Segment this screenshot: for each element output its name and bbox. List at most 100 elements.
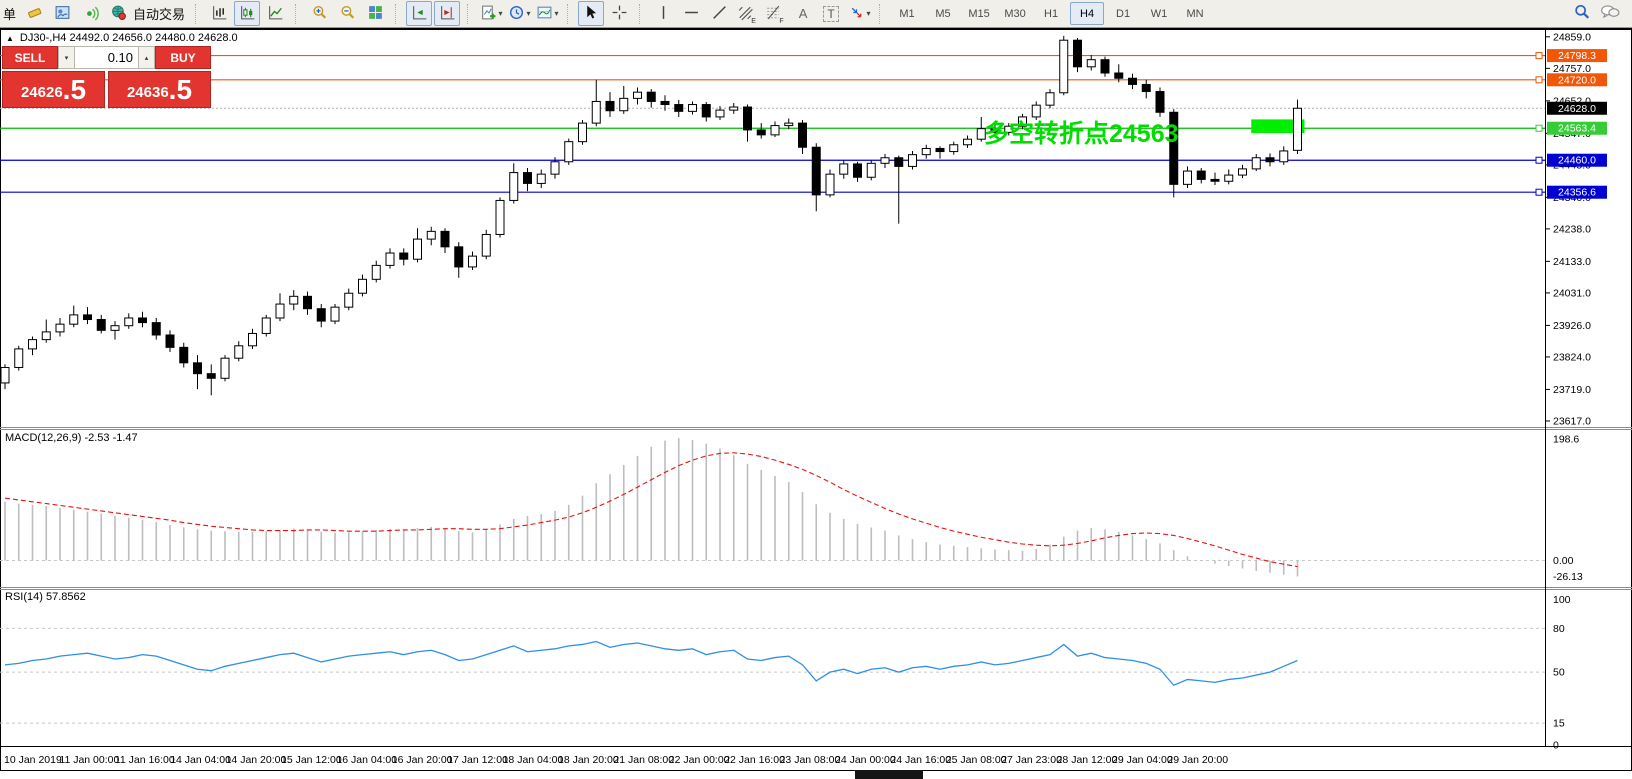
volume-decrease-button[interactable]: ▾ — [58, 46, 75, 69]
timeframe-M15[interactable]: M15 — [962, 2, 996, 25]
top-toolbar: 单 自动交易 ▾ ▾ ▾ — [0, 0, 1632, 28]
line-anchor-marker — [1536, 53, 1542, 59]
candle-92 — [1266, 158, 1274, 162]
candle-43 — [592, 101, 600, 123]
candlestick-icon — [239, 4, 256, 24]
candle-52 — [716, 110, 724, 117]
timeframe-MN[interactable]: MN — [1178, 2, 1212, 25]
time-axis-label: 22 Jan 16:00 — [724, 754, 785, 766]
eraser-icon — [26, 4, 43, 24]
rsi-tick-label: 80 — [1553, 623, 1565, 635]
time-axis-label: 11 Jan 16:00 — [115, 754, 175, 766]
dropdown-arrow-icon: ▾ — [555, 9, 559, 18]
periods-button[interactable]: ▾ — [506, 1, 532, 26]
zoom-in-button[interactable] — [306, 1, 332, 26]
candle-83 — [1142, 84, 1150, 91]
time-axis-label: 14 Jan 20:00 — [226, 754, 287, 766]
timeframe-D1[interactable]: D1 — [1106, 2, 1140, 25]
autotrading-label[interactable]: 自动交易 — [133, 4, 185, 23]
tile-windows-button[interactable] — [362, 1, 388, 26]
time-axis-label: 22 Jan 00:00 — [669, 754, 730, 766]
collapse-triangle-icon[interactable]: ▲ — [6, 34, 14, 43]
new-order-button[interactable]: 单 — [3, 4, 16, 23]
time-axis-label: 18 Jan 04:00 — [503, 754, 564, 766]
timeframe-H4[interactable]: H4 — [1070, 2, 1104, 25]
candle-44 — [606, 101, 614, 110]
volume-input[interactable]: 0.10 — [75, 46, 138, 69]
signal-button[interactable] — [77, 1, 103, 26]
candlestick-chart-button[interactable] — [234, 1, 260, 26]
chat-icon — [1600, 3, 1620, 24]
time-axis-label: 24 Jan 00:00 — [835, 754, 896, 766]
toolbar-separator — [195, 4, 201, 24]
autotrading-button[interactable] — [105, 1, 131, 26]
vertical-line-button[interactable] — [650, 1, 676, 26]
arrows-button[interactable]: ▾ — [846, 1, 872, 26]
candle-36 — [496, 200, 504, 234]
search-button[interactable] — [1569, 1, 1595, 26]
timeframe-H1[interactable]: H1 — [1034, 2, 1068, 25]
symbol-header[interactable]: ▲ DJ30-,H4 24492.0 24656.0 24480.0 24628… — [6, 32, 238, 44]
candle-13 — [180, 347, 188, 362]
volume-increase-button[interactable]: ▴ — [138, 46, 155, 69]
candle-51 — [702, 105, 710, 117]
time-axis-label: 18 Jan 20:00 — [558, 754, 619, 766]
text-label-button[interactable]: T — [818, 1, 844, 26]
horizontal-line-button[interactable] — [678, 1, 704, 26]
candle-89 — [1225, 175, 1233, 181]
buy-price-box[interactable]: 24636 .5 — [108, 71, 211, 108]
candle-34 — [469, 256, 477, 267]
crosshair-button[interactable] — [606, 1, 632, 26]
chart-canvas[interactable]: 24859.024757.024652.024547.024445.024340… — [0, 28, 1632, 779]
toolbar-separator — [879, 4, 885, 24]
templates-button[interactable]: ▾ — [534, 1, 560, 26]
price-badge-label: 24720.0 — [1558, 74, 1596, 86]
rsi-tick-label: 50 — [1553, 667, 1565, 679]
chart-window-button[interactable] — [49, 1, 75, 26]
rsi-tick-label: 100 — [1553, 594, 1571, 606]
indicators-icon — [480, 4, 497, 24]
candle-81 — [1115, 73, 1123, 78]
candle-0 — [1, 367, 9, 382]
indicators-button[interactable]: ▾ — [478, 1, 504, 26]
sell-button[interactable]: SELL — [2, 46, 58, 69]
candle-80 — [1101, 60, 1109, 73]
time-axis-label: 25 Jan 08:00 — [946, 754, 1007, 766]
channel-button[interactable]: E — [734, 1, 760, 26]
candle-47 — [647, 92, 655, 101]
candle-57 — [785, 123, 793, 125]
candle-16 — [221, 358, 229, 378]
timeframe-W1[interactable]: W1 — [1142, 2, 1176, 25]
trendline-button[interactable] — [706, 1, 732, 26]
price-tick-label: 24859.0 — [1553, 31, 1591, 43]
chart-shift-button[interactable] — [434, 1, 460, 26]
price-badge-label: 24563.4 — [1558, 123, 1596, 135]
bar-chart-button[interactable] — [206, 1, 232, 26]
candle-11 — [152, 323, 160, 335]
auto-scroll-button[interactable] — [406, 1, 432, 26]
cursor-button[interactable] — [578, 1, 604, 26]
chat-button[interactable] — [1597, 1, 1623, 26]
zoom-out-button[interactable] — [334, 1, 360, 26]
eraser-button[interactable] — [21, 1, 47, 26]
candle-41 — [565, 142, 573, 162]
toolbar-separator — [639, 4, 645, 24]
line-chart-icon — [267, 4, 284, 24]
timeframe-M5[interactable]: M5 — [926, 2, 960, 25]
timeframe-M1[interactable]: M1 — [890, 2, 924, 25]
line-chart-button[interactable] — [262, 1, 288, 26]
candle-79 — [1087, 60, 1095, 67]
macd-tick-label: -26.13 — [1553, 571, 1583, 583]
text-button[interactable]: A — [790, 1, 816, 26]
zoom-in-icon — [311, 4, 328, 24]
candle-60 — [826, 174, 834, 195]
candle-87 — [1197, 171, 1205, 179]
candle-67 — [922, 148, 930, 154]
fibonacci-button[interactable]: F — [762, 1, 788, 26]
chart-shift-icon — [439, 4, 456, 24]
candle-10 — [139, 318, 147, 323]
candle-61 — [840, 164, 848, 174]
timeframe-M30[interactable]: M30 — [998, 2, 1032, 25]
buy-button[interactable]: BUY — [155, 46, 211, 69]
sell-price-box[interactable]: 24626 .5 — [2, 71, 105, 108]
